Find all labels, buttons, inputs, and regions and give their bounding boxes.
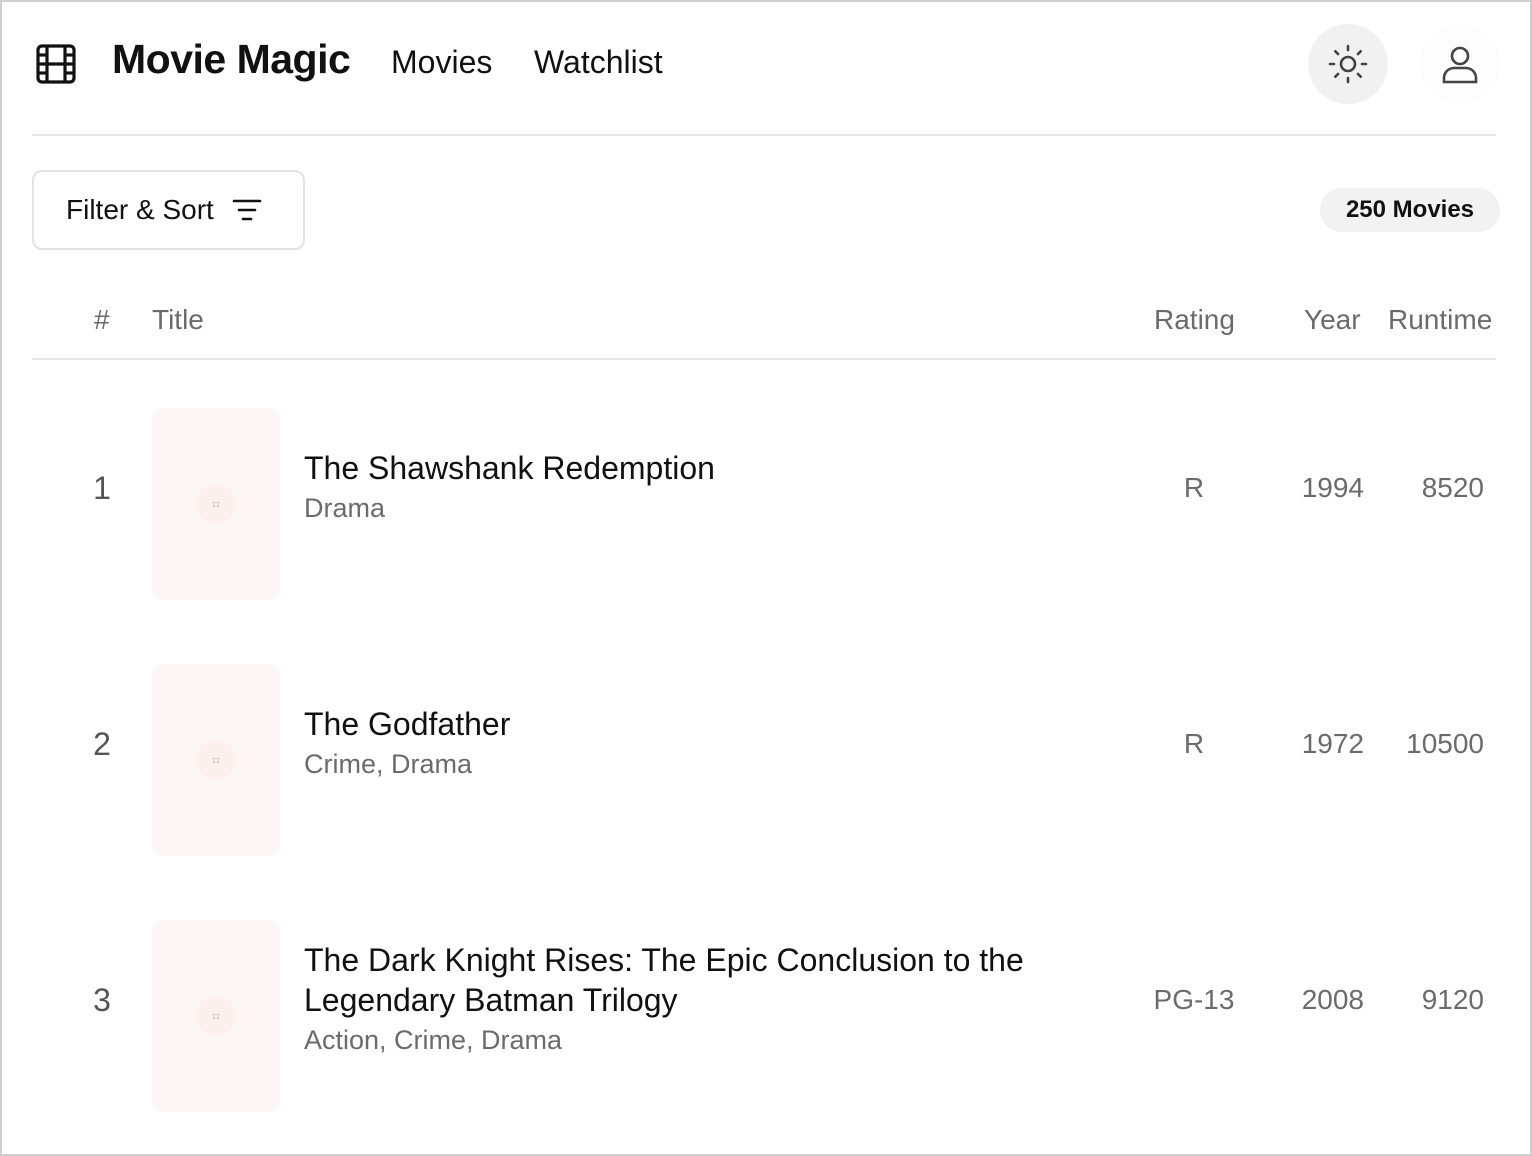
movie-genre: Drama — [304, 493, 386, 523]
poster-thumbnail[interactable] — [152, 408, 280, 600]
user-profile-button[interactable] — [1420, 24, 1500, 104]
theme-toggle-button[interactable] — [1308, 24, 1388, 104]
rank-cell: 1 — [93, 469, 111, 506]
table-row[interactable]: 3 The Dark Knight Rises: The Epic Conclu… — [32, 872, 1496, 1128]
table-row[interactable]: 2 The Godfather Crime, Drama R 1972 1050… — [32, 616, 1496, 872]
movie-title[interactable]: The Shawshank Redemption — [304, 448, 1104, 488]
poster-thumbnail[interactable] — [152, 920, 280, 1112]
year-cell: 1994 — [1301, 472, 1364, 503]
column-header-year: Year — [1304, 304, 1361, 335]
runtime-cell: 9120 — [1421, 984, 1484, 1015]
image-placeholder-icon — [196, 740, 236, 780]
image-placeholder-icon — [196, 996, 236, 1036]
column-header-title: Title — [152, 304, 204, 335]
title-cell: The Shawshank Redemption Drama — [304, 360, 1104, 616]
runtime-cell: 8520 — [1421, 472, 1484, 503]
rating-cell: R — [1183, 472, 1205, 503]
filter-sort-button[interactable]: Filter & Sort — [32, 170, 305, 250]
top-navbar: Movie Magic Movies Watchlist — [32, 2, 1500, 136]
title-cell: The Dark Knight Rises: The Epic Conclusi… — [304, 872, 1104, 1128]
movie-genre: Action, Crime, Drama — [304, 1025, 563, 1055]
movie-title[interactable]: The Godfather — [304, 704, 1104, 744]
column-header-rating: Rating — [1154, 304, 1235, 335]
sun-icon — [1328, 44, 1368, 84]
movie-count-badge: 250 Movies — [1320, 188, 1500, 232]
image-placeholder-icon — [196, 484, 236, 524]
app-window: Movie Magic Movies Watchlist Filter & So… — [0, 0, 1532, 1156]
film-icon[interactable] — [35, 43, 77, 85]
movie-title[interactable]: The Dark Knight Rises: The Epic Conclusi… — [304, 940, 1104, 1020]
rank-cell: 3 — [93, 981, 111, 1018]
rating-cell: PG-13 — [1153, 984, 1235, 1015]
poster-thumbnail[interactable] — [152, 664, 280, 856]
nav-movies-link[interactable]: Movies — [391, 44, 492, 81]
table-row[interactable]: 1 The Shawshank Redemption Drama R 1994 … — [32, 360, 1496, 616]
column-header-runtime: Runtime — [1388, 304, 1493, 335]
table-header: # Title Rating Year Runtime — [32, 282, 1496, 360]
nav-watchlist-link[interactable]: Watchlist — [534, 44, 663, 81]
rank-cell: 2 — [93, 725, 111, 762]
brand-name[interactable]: Movie Magic — [112, 36, 351, 83]
rating-cell: R — [1183, 728, 1205, 759]
filter-sort-label: Filter & Sort — [66, 194, 214, 225]
user-icon — [1442, 46, 1478, 84]
column-header-rank: # — [94, 304, 110, 335]
runtime-cell: 10500 — [1406, 728, 1484, 759]
year-cell: 1972 — [1301, 728, 1364, 759]
year-cell: 2008 — [1301, 984, 1364, 1015]
filter-lines-icon — [232, 199, 262, 221]
title-cell: The Godfather Crime, Drama — [304, 616, 1104, 872]
movie-genre: Crime, Drama — [304, 749, 473, 779]
